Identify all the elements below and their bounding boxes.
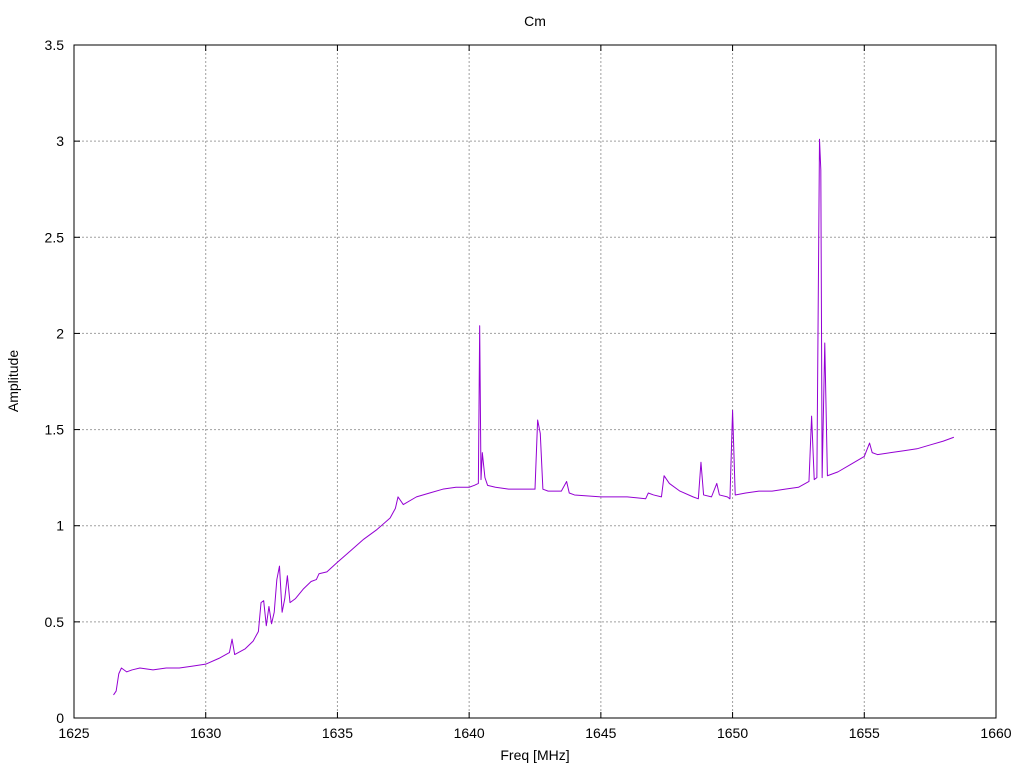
chart-background xyxy=(0,0,1024,768)
chart-title: Cm xyxy=(524,13,546,29)
x-tick-label: 1660 xyxy=(980,725,1011,741)
y-tick-label: 3 xyxy=(56,133,64,149)
x-tick-label: 1630 xyxy=(190,725,221,741)
x-tick-label: 1645 xyxy=(585,725,616,741)
y-axis-label: Amplitude xyxy=(5,350,21,412)
y-tick-label: 1.5 xyxy=(45,422,65,438)
x-tick-label: 1650 xyxy=(717,725,748,741)
x-tick-label: 1640 xyxy=(454,725,485,741)
x-tick-label: 1635 xyxy=(322,725,353,741)
y-tick-label: 3.5 xyxy=(45,37,65,53)
x-tick-label: 1655 xyxy=(849,725,880,741)
y-tick-label: 0 xyxy=(56,710,64,726)
x-axis-label: Freq [MHz] xyxy=(500,747,569,763)
x-tick-label: 1625 xyxy=(58,725,89,741)
y-tick-label: 2 xyxy=(56,325,64,341)
y-tick-label: 0.5 xyxy=(45,614,65,630)
chart: 1625 1630 1635 1640 1645 1650 1655 1660 0 0.5 1 1.5… xyxy=(0,0,1024,768)
y-tick-label: 1 xyxy=(56,518,64,534)
y-tick-label: 2.5 xyxy=(45,229,65,245)
